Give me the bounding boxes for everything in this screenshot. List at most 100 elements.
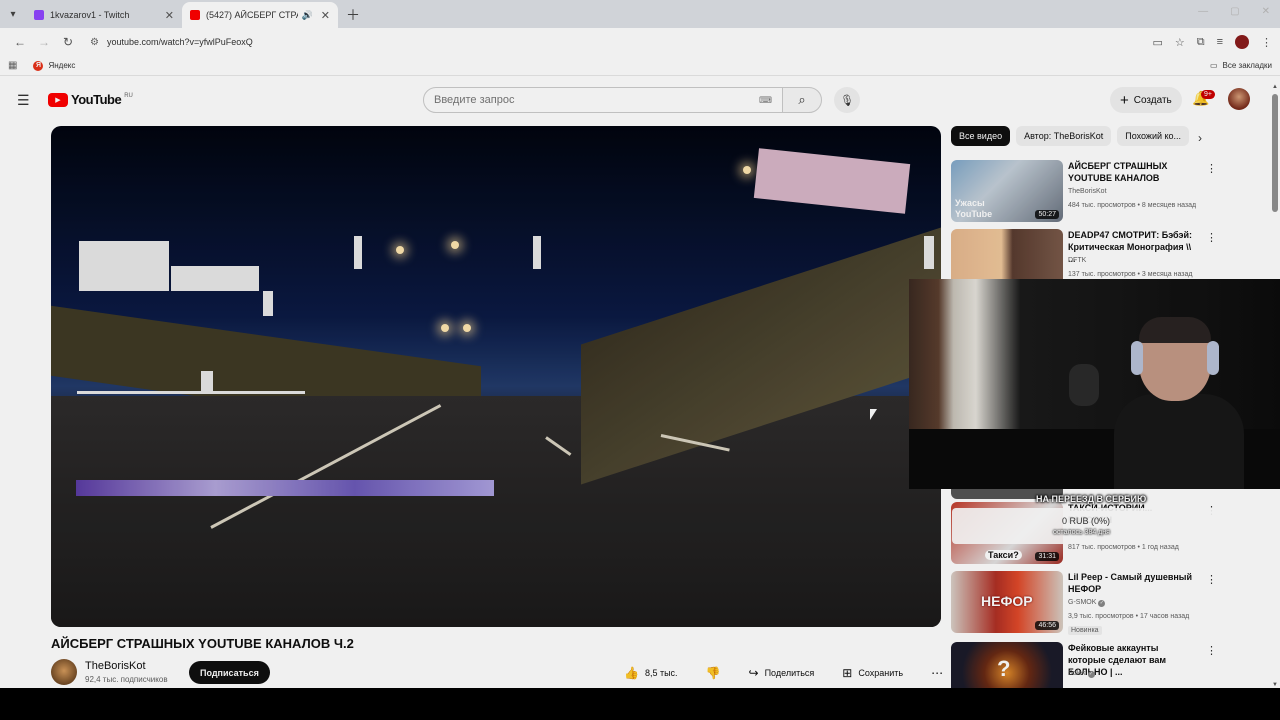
chip-similar[interactable]: Похожий ко... [1117, 126, 1190, 146]
recommendation-channel[interactable]: G-SMOK ✓ [1068, 599, 1106, 607]
recommendation-channel[interactable]: Solek ✓ [1068, 670, 1095, 678]
channel-name[interactable]: TheBorisKot [85, 660, 146, 672]
maximize-icon[interactable]: ▢ [1230, 6, 1239, 17]
glitch-block [201, 371, 213, 393]
browser-menu-icon[interactable]: ⋮ [1261, 36, 1272, 49]
close-tab-icon[interactable]: ✕ [165, 9, 174, 22]
recommendation-meta: 137 тыс. просмотров • 3 месяца назад [1068, 271, 1193, 278]
close-window-icon[interactable]: ✕ [1262, 6, 1270, 17]
bookmarks-bar: ▦ Я Яндекс ▭ Все закладки [0, 56, 1280, 76]
more-icon: ⋯ [931, 665, 944, 680]
recommendation-channel[interactable]: DFTK [1068, 257, 1086, 264]
thumbnail-caption: Ужасы YouTube [955, 198, 993, 219]
cast-icon[interactable]: ▭ [1152, 36, 1162, 49]
dislike-button[interactable]: 👎 [696, 661, 731, 684]
youtube-logo[interactable]: ▶ YouTube RU [48, 92, 133, 107]
video-thumbnail[interactable]: ? [951, 642, 1063, 688]
recommendation-channel[interactable]: TheBorisKot [1068, 188, 1107, 195]
recommendation-title[interactable]: АЙСБЕРГ СТРАШНЫХ YOUTUBE КАНАЛОВ [1068, 160, 1198, 184]
streamer-hair [1139, 317, 1211, 343]
thumbs-down-icon: 👎 [705, 665, 721, 680]
donation-goal-bar [952, 508, 1221, 544]
donation-goal-title: НА ПЕРЕЕЗД В СЕРБИЮ [1036, 494, 1147, 504]
more-vert-icon[interactable]: ⋮ [1206, 162, 1217, 175]
like-count: 8,5 тыс. [644, 667, 678, 678]
scroll-up-icon[interactable]: ▲ [1272, 84, 1278, 90]
verified-icon: ✓ [1087, 671, 1095, 678]
filter-chips: Все видео Автор: TheBorisKot Похожий ко.… [951, 126, 1221, 146]
share-label: Поделиться [764, 667, 815, 678]
extensions-icon[interactable]: ⧉ [1197, 36, 1205, 49]
save-icon: ⊞ [842, 665, 853, 680]
page-scrollbar[interactable]: ▲ ▼ [1272, 84, 1278, 688]
address-bar[interactable]: ⚙ youtube.com/watch?v=yfwlPuFeoxQ [90, 37, 1152, 48]
reload-icon[interactable]: ↻ [56, 35, 80, 49]
back-icon[interactable]: ← [8, 35, 32, 49]
close-tab-icon[interactable]: ✕ [321, 9, 330, 22]
chip-all-videos[interactable]: Все видео [951, 126, 1011, 146]
street-light [396, 246, 404, 254]
street-light [463, 324, 471, 332]
recommendation-title[interactable]: Lil Peep - Самый душевный НЕФОР [1068, 571, 1198, 595]
more-vert-icon[interactable]: ⋮ [1206, 231, 1217, 244]
more-actions-button[interactable]: ⋯ [921, 661, 953, 684]
video-player[interactable] [51, 126, 941, 627]
search-placeholder: Введите запрос [434, 94, 515, 106]
create-button[interactable]: + Создать [1110, 87, 1182, 113]
tab-twitch[interactable]: 1kvazarov1 - Twitch ✕ [26, 2, 182, 28]
chevron-right-icon[interactable]: › [1198, 131, 1202, 145]
url-text: youtube.com/watch?v=yfwlPuFeoxQ [106, 37, 253, 47]
video-thumbnail[interactable]: НЕФОР 46:56 [951, 571, 1063, 633]
profile-avatar[interactable] [1235, 35, 1249, 49]
voice-search-button[interactable]: 🎙 [834, 87, 860, 113]
channel-avatar[interactable] [51, 659, 77, 685]
like-button[interactable]: 👍 8,5 тыс. [614, 661, 688, 684]
thumbs-up-icon: 👍 [624, 665, 639, 680]
search-icon: ⌕ [798, 92, 806, 107]
duration-badge: 31:31 [1035, 552, 1059, 561]
account-avatar[interactable] [1228, 88, 1250, 110]
recommendation-item[interactable]: ? Фейковые аккаунты которые сделают вам … [951, 642, 1221, 688]
tab-title: 1kvazarov1 - Twitch [50, 10, 130, 20]
recommendation-title[interactable]: DEADP47 СМОТРИТ: Бэбэй: Критическая Моно… [1068, 229, 1198, 265]
tab-search-icon[interactable]: ▾ [0, 0, 26, 28]
new-tab-button[interactable]: ＋ [346, 2, 360, 28]
glitch-block [77, 391, 305, 394]
glitch-block [924, 236, 934, 269]
more-vert-icon[interactable]: ⋮ [1206, 573, 1217, 586]
recommendation-item[interactable]: НЕФОР 46:56 Lil Peep - Самый душевный НЕ… [951, 571, 1221, 635]
search-button[interactable]: ⌕ [782, 87, 822, 113]
minimize-icon[interactable]: — [1198, 6, 1208, 17]
address-toolbar: ← → ↻ ⚙ youtube.com/watch?v=yfwlPuFeoxQ … [0, 28, 1280, 56]
recommendation-item[interactable]: Ужасы YouTube 50:27 АЙСБЕРГ СТРАШНЫХ YOU… [951, 160, 1221, 222]
scrollbar-thumb[interactable] [1272, 94, 1278, 212]
microphone-icon: 🎙 [840, 94, 854, 107]
video-title: АЙСБЕРГ СТРАШНЫХ YOUTUBE КАНАЛОВ Ч.2 [51, 636, 354, 651]
headphone-left [1131, 341, 1143, 375]
all-bookmarks[interactable]: ▭ Все закладки [1210, 61, 1272, 70]
tab-strip: ▾ 1kvazarov1 - Twitch ✕ (5427) АЙСБЕРГ С… [0, 0, 1280, 28]
chip-author[interactable]: Автор: TheBorisKot [1016, 126, 1112, 146]
street-light [441, 324, 449, 332]
subscribe-button[interactable]: Подписаться [189, 661, 270, 684]
recommendation-meta: 3,9 тыс. просмотров • 17 часов назад [1068, 613, 1190, 620]
channel-label: G-SMOK [1068, 599, 1097, 606]
logo-text: YouTube [71, 92, 122, 107]
tab-youtube[interactable]: (5427) АЙСБЕРГ СТРАШНЫ... 🔊 ✕ [182, 2, 338, 28]
speaker-icon[interactable]: 🔊 [302, 10, 313, 21]
menu-icon[interactable]: ☰ [17, 92, 30, 109]
forward-icon[interactable]: → [32, 35, 56, 49]
search-input[interactable]: Введите запрос ⌨ [423, 87, 783, 113]
bookmark-star-icon[interactable]: ☆ [1175, 36, 1185, 49]
verified-icon: ✓ [1098, 600, 1106, 607]
apps-grid-icon[interactable]: ▦ [8, 60, 17, 71]
video-thumbnail[interactable]: Ужасы YouTube 50:27 [951, 160, 1063, 222]
microphone-shape [1069, 364, 1099, 406]
media-icon[interactable]: ≡ [1217, 36, 1223, 48]
site-info-icon[interactable]: ⚙ [90, 37, 99, 48]
share-button[interactable]: ↪ Поделиться [739, 661, 825, 684]
more-vert-icon[interactable]: ⋮ [1206, 644, 1217, 657]
bookmark-yandex[interactable]: Яндекс [48, 61, 75, 70]
save-button[interactable]: ⊞ Сохранить [832, 661, 913, 684]
keyboard-icon[interactable]: ⌨ [759, 95, 772, 106]
